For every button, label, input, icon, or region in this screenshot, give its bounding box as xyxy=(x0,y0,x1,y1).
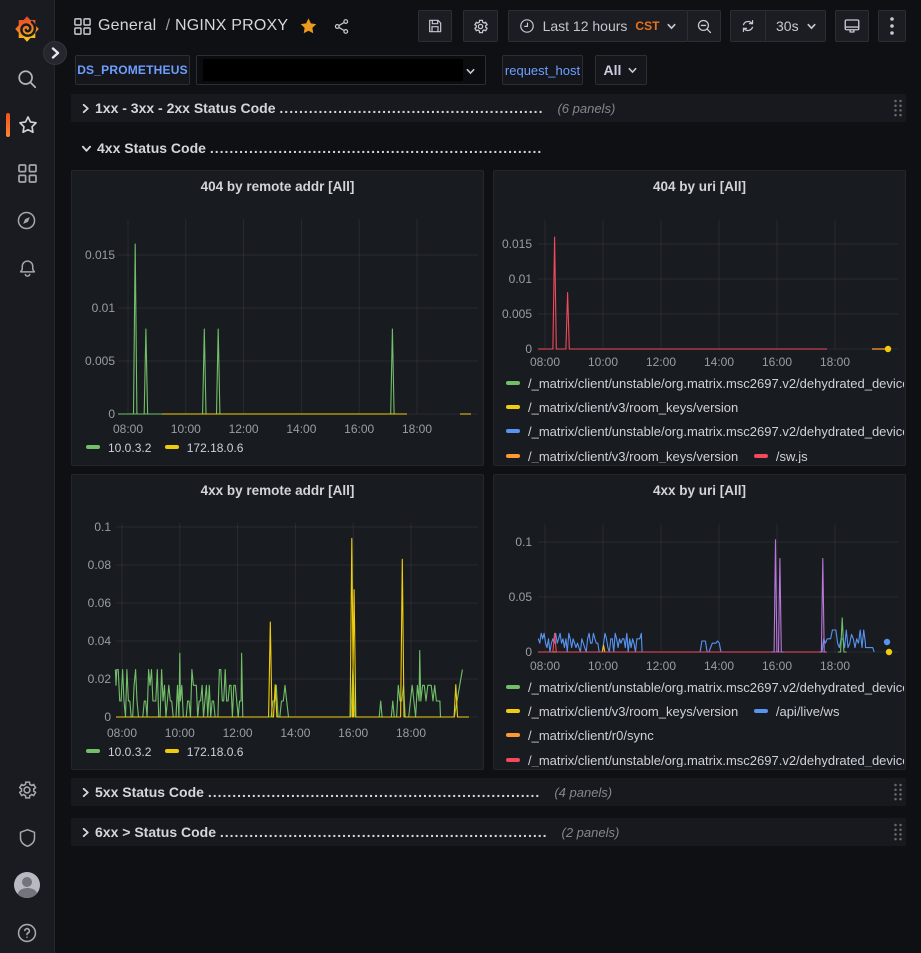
svg-text:10:00: 10:00 xyxy=(588,355,618,369)
svg-text:0.015: 0.015 xyxy=(85,248,115,262)
svg-text:0.08: 0.08 xyxy=(88,558,112,572)
svg-text:0.01: 0.01 xyxy=(92,301,116,315)
svg-text:08:00: 08:00 xyxy=(107,726,137,740)
svg-text:08:00: 08:00 xyxy=(530,659,560,673)
svg-text:0.1: 0.1 xyxy=(515,535,532,549)
svg-text:0.04: 0.04 xyxy=(88,634,112,648)
svg-text:18:00: 18:00 xyxy=(820,659,850,673)
svg-text:18:00: 18:00 xyxy=(820,355,850,369)
svg-text:16:00: 16:00 xyxy=(762,355,792,369)
svg-text:12:00: 12:00 xyxy=(646,355,676,369)
svg-text:12:00: 12:00 xyxy=(646,659,676,673)
svg-text:08:00: 08:00 xyxy=(113,422,143,436)
svg-text:0.01: 0.01 xyxy=(509,272,533,286)
svg-text:10:00: 10:00 xyxy=(171,422,201,436)
svg-text:18:00: 18:00 xyxy=(402,422,432,436)
svg-text:16:00: 16:00 xyxy=(338,726,368,740)
svg-text:10:00: 10:00 xyxy=(165,726,195,740)
svg-text:0.05: 0.05 xyxy=(509,590,533,604)
svg-text:0.02: 0.02 xyxy=(88,672,112,686)
svg-text:08:00: 08:00 xyxy=(530,355,560,369)
svg-text:18:00: 18:00 xyxy=(396,726,426,740)
svg-text:10:00: 10:00 xyxy=(588,659,618,673)
svg-text:0.06: 0.06 xyxy=(88,596,112,610)
svg-text:0: 0 xyxy=(525,342,532,356)
svg-text:14:00: 14:00 xyxy=(280,726,310,740)
svg-text:12:00: 12:00 xyxy=(229,422,259,436)
svg-text:0.005: 0.005 xyxy=(85,354,115,368)
svg-text:0.1: 0.1 xyxy=(94,520,111,534)
svg-text:14:00: 14:00 xyxy=(704,355,734,369)
svg-text:16:00: 16:00 xyxy=(762,659,792,673)
svg-text:14:00: 14:00 xyxy=(286,422,316,436)
svg-text:0: 0 xyxy=(104,710,111,724)
svg-text:14:00: 14:00 xyxy=(704,659,734,673)
svg-text:16:00: 16:00 xyxy=(344,422,374,436)
svg-text:12:00: 12:00 xyxy=(223,726,253,740)
svg-text:0.015: 0.015 xyxy=(502,237,532,251)
svg-text:0: 0 xyxy=(525,645,532,659)
svg-text:0: 0 xyxy=(108,407,115,421)
svg-text:0.005: 0.005 xyxy=(502,307,532,321)
